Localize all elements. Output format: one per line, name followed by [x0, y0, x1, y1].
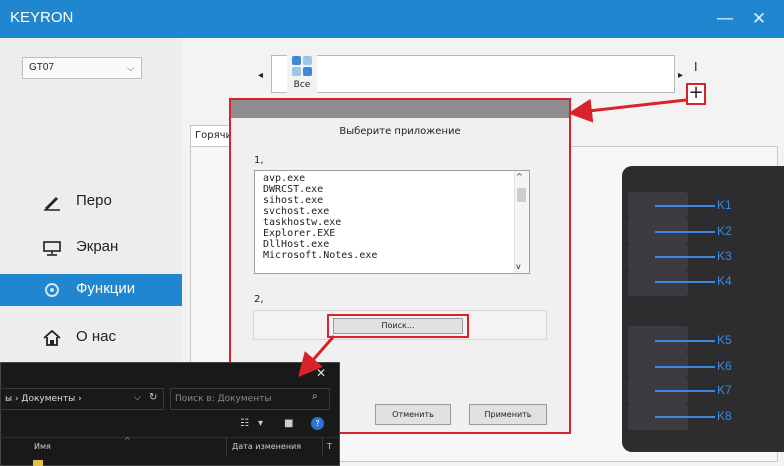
arrow-to-explorer	[298, 335, 336, 378]
arrow-to-dialog	[568, 98, 687, 123]
annotation-arrows	[298, 98, 687, 378]
